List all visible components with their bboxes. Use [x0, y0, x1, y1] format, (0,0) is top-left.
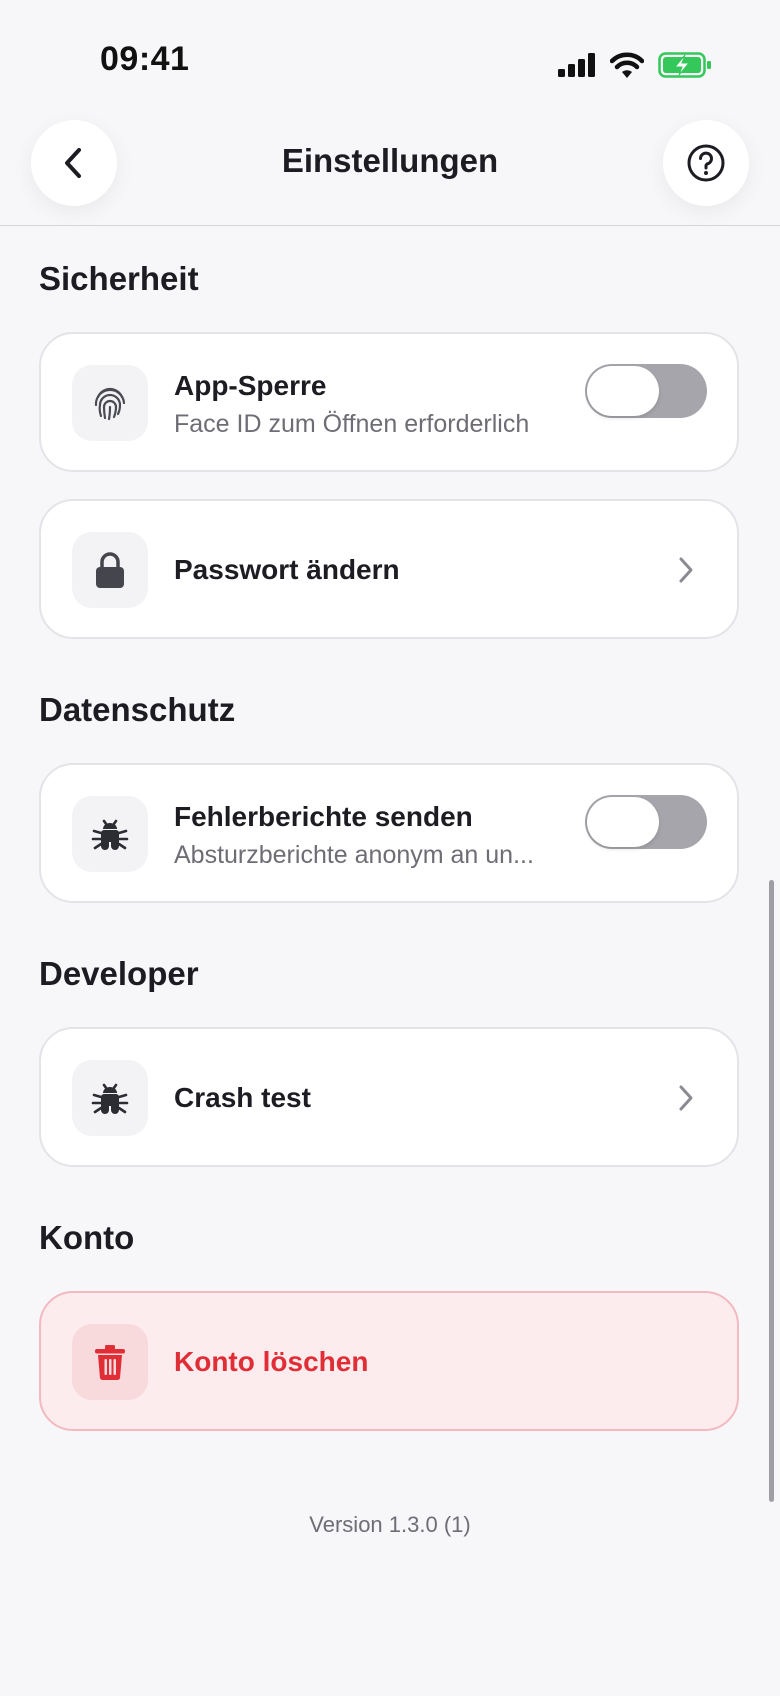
- scrollbar[interactable]: [769, 880, 774, 1502]
- signal-icon: [558, 53, 595, 77]
- help-button[interactable]: [663, 120, 749, 206]
- lock-icon: [96, 552, 124, 588]
- change-password-title: Passwort ändern: [174, 554, 400, 585]
- toggle-knob: [587, 797, 659, 847]
- app-lock-icon-box: [72, 365, 148, 441]
- app-lock-row[interactable]: App-Sperre Face ID zum Öffnen erforderli…: [39, 332, 739, 472]
- help-icon: [687, 144, 725, 182]
- fingerprint-icon: [94, 387, 126, 421]
- version-label: Version 1.3.0 (1): [309, 1512, 471, 1537]
- toggle-knob: [587, 366, 659, 416]
- status-icons: [558, 48, 712, 82]
- trash-icon: [95, 1345, 125, 1381]
- change-password-row[interactable]: Passwort ändern: [39, 499, 739, 639]
- section-title-account: Konto: [39, 1219, 135, 1256]
- app-lock-subtitle: Face ID zum Öffnen erforderlich: [174, 410, 530, 438]
- crash-test-title: Crash test: [174, 1082, 311, 1113]
- wifi-icon: [610, 52, 644, 78]
- nav-header: Einstellungen: [0, 110, 780, 226]
- section-title-security: Sicherheit: [39, 260, 199, 297]
- crash-reports-row[interactable]: Fehlerberichte senden Absturzberichte an…: [39, 763, 739, 903]
- crash-reports-icon-box: [72, 796, 148, 872]
- bug-icon: [91, 1083, 129, 1114]
- chevron-right-icon: [671, 555, 701, 585]
- crash-test-row[interactable]: Crash test: [39, 1027, 739, 1167]
- status-time: 09:41: [100, 40, 190, 78]
- section-title-privacy: Datenschutz: [39, 691, 236, 728]
- crash-test-icon-box: [72, 1060, 148, 1136]
- delete-account-row[interactable]: Konto löschen: [39, 1291, 739, 1431]
- section-title-developer: Developer: [39, 955, 199, 992]
- crash-reports-subtitle: Absturzberichte anonym an un...: [174, 841, 534, 869]
- crash-reports-title: Fehlerberichte senden: [174, 801, 473, 832]
- settings-screen: 09:41 Einstellungen Sicherheit App-Sperr…: [0, 0, 780, 1696]
- chevron-right-icon: [671, 1083, 701, 1113]
- app-lock-toggle[interactable]: [585, 364, 707, 418]
- change-password-icon-box: [72, 532, 148, 608]
- app-lock-title: App-Sperre: [174, 370, 327, 401]
- battery-charging-icon: [658, 52, 711, 78]
- crash-reports-toggle[interactable]: [585, 795, 707, 849]
- bug-icon: [91, 819, 129, 850]
- delete-account-title: Konto löschen: [174, 1346, 369, 1377]
- delete-account-icon-box: [72, 1324, 148, 1400]
